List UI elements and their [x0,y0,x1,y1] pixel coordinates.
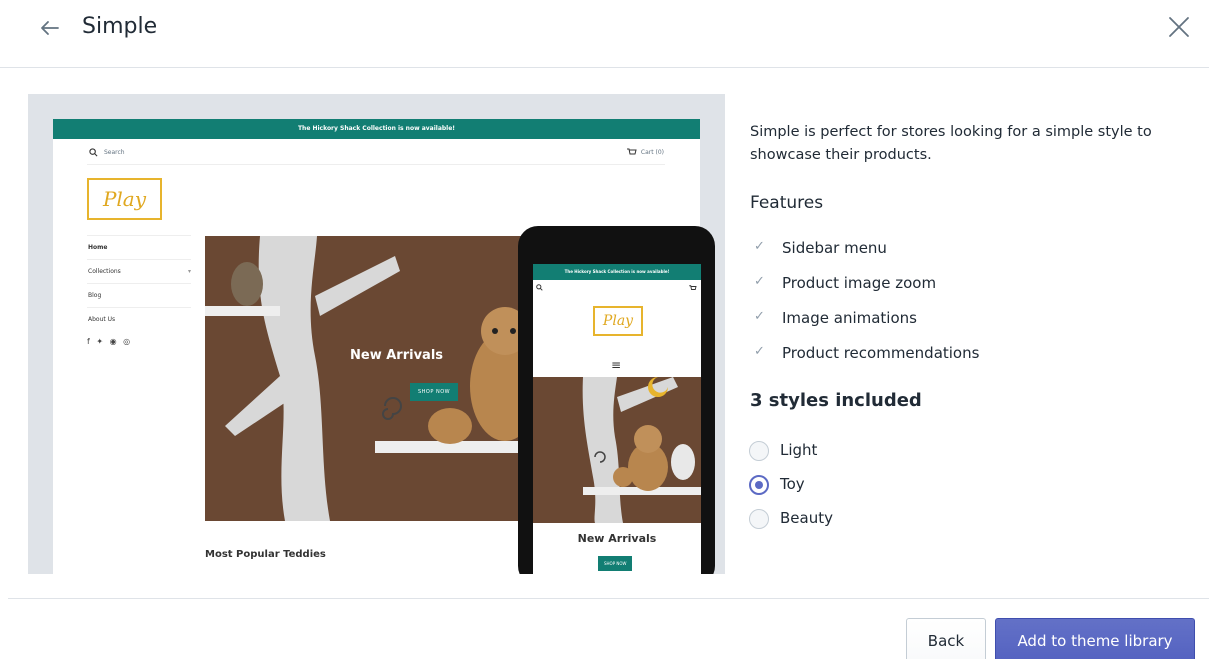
desktop-logo: Play [87,178,162,220]
mobile-hero-title: New Arrivals [577,532,657,545]
style-label: Toy [780,475,805,493]
desktop-cart-label: Cart (0) [640,148,664,156]
theme-description: Simple is perfect for stores looking for… [750,124,1152,163]
desktop-announcement-bar: The Hickory Shack Collection is now avai… [53,119,700,139]
style-label: Beauty [780,509,833,527]
mobile-hero-image [533,377,701,523]
mobile-logo: Play [593,306,643,336]
desktop-search: Search [89,148,125,157]
feature-item: ✓ Sidebar menu [754,239,979,274]
cart-icon [689,285,697,290]
feature-item: ✓ Product image zoom [754,274,979,309]
mobile-screen: The Hickory Shack Collection is now avai… [533,264,701,574]
nav-item-collections: Collections ▾ [87,259,191,283]
feature-label: Sidebar menu [782,239,887,257]
theme-preview: The Hickory Shack Collection is now avai… [28,94,725,574]
tree-illustration [582,377,701,523]
feature-list: ✓ Sidebar menu ✓ Product image zoom ✓ Image… [754,239,979,379]
hamburger-menu-icon: ≡ [611,358,622,372]
radio-button[interactable] [749,441,769,461]
add-to-theme-library-button[interactable]: Add to theme library [995,618,1195,659]
tree-illustration [205,236,535,521]
feature-item: ✓ Product recommendations [754,344,979,379]
divider [87,164,665,165]
feature-label: Product recommendations [782,344,980,362]
mobile-announcement-bar: The Hickory Shack Collection is now avai… [533,264,701,280]
checkmark-icon: ✓ [754,344,765,359]
desktop-hero-title: New Arrivals [350,348,444,363]
desktop-search-label: Search [104,149,125,156]
style-radio-group: Light Toy Beauty [749,441,833,543]
desktop-shop-now-button: SHOP NOW [410,383,459,401]
social-icons: f ✦ ◉ ◎ [87,337,133,346]
modal-header: Simple [0,0,1209,68]
nav-item-home: Home [87,235,191,259]
desktop-sidebar-nav: Home Collections ▾ Blog About Us [87,235,191,331]
desktop-cart: Cart (0) [626,148,664,156]
checkmark-icon: ✓ [754,309,765,324]
features-heading: Features [750,193,824,213]
checkmark-icon: ✓ [754,274,765,289]
radio-button[interactable] [749,509,769,529]
feature-label: Image animations [782,309,917,327]
search-icon [536,284,543,291]
nav-item-about: About Us [87,307,191,331]
mobile-shop-now-button: SHOP NOW [598,556,633,571]
style-option-toy[interactable]: Toy [749,475,833,509]
search-icon [89,148,98,157]
checkmark-icon: ✓ [754,239,765,254]
close-icon[interactable] [1167,15,1191,39]
nav-item-blog: Blog [87,283,191,307]
cart-icon [626,148,637,155]
arrow-left-icon[interactable] [36,14,64,42]
back-button[interactable]: Back [906,618,986,659]
chevron-down-icon: ▾ [187,268,191,275]
footer-divider [8,598,1209,599]
mobile-preview: The Hickory Shack Collection is now avai… [518,226,715,574]
radio-button-selected[interactable] [749,475,769,495]
nav-item-label: Collections [88,268,121,275]
style-label: Light [780,441,818,459]
page-title: Simple [82,14,158,39]
feature-label: Product image zoom [782,274,937,292]
style-option-light[interactable]: Light [749,441,833,475]
desktop-hero-image: New Arrivals SHOP NOW [205,236,535,521]
style-option-beauty[interactable]: Beauty [749,509,833,543]
feature-item: ✓ Image animations [754,309,979,344]
desktop-section-title: Most Popular Teddies [205,549,326,560]
styles-heading: 3 styles included [750,390,922,411]
